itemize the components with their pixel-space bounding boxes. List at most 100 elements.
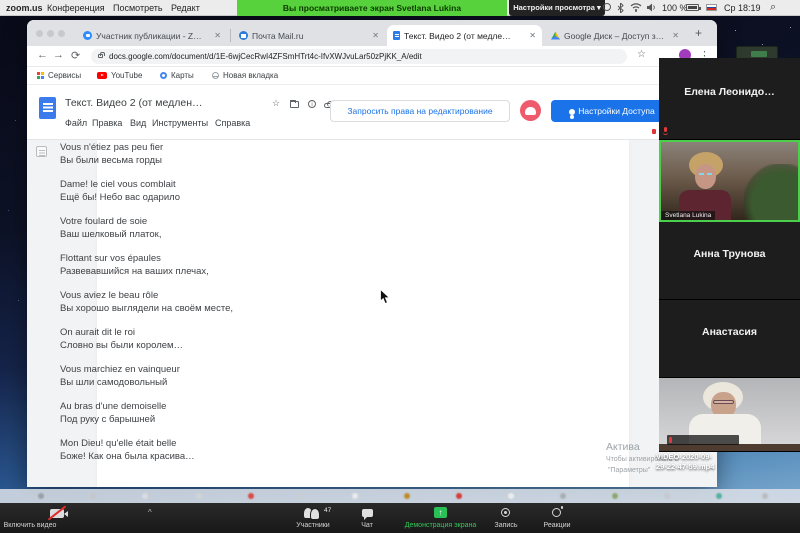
bookmarks-bar: Сервисы YouTube Карты Новая вкладка bbox=[27, 67, 717, 85]
tab-mail[interactable]: Почта Mail.ru ✕ bbox=[233, 25, 385, 46]
bookmark-maps[interactable]: Карты bbox=[160, 71, 194, 80]
chat-icon[interactable] bbox=[362, 509, 373, 517]
docs-menu-tools[interactable]: Инструменты bbox=[152, 118, 208, 128]
docs-favicon bbox=[393, 31, 400, 40]
window-minimize-button[interactable] bbox=[47, 30, 54, 37]
couplet: Dame! le ciel vous comblaitЕщё бы! Небо … bbox=[60, 179, 233, 204]
video-file-caption: VIDEO-2020-09- 29-22-47-59.mp4 bbox=[656, 452, 714, 472]
couplet: Vous aviez le beau rôleВы хорошо выгляде… bbox=[60, 290, 233, 315]
docs-menu-view[interactable]: Вид bbox=[130, 118, 146, 128]
menubar-menu-conference[interactable]: Конференция bbox=[47, 3, 105, 13]
menubar-clock[interactable]: Ср 18:19 bbox=[724, 3, 761, 13]
glasses-glint bbox=[699, 173, 704, 175]
couplet: Vous marchiez en vainqueurВы шли самодов… bbox=[60, 364, 233, 389]
document-outline-icon[interactable] bbox=[36, 146, 47, 157]
share-settings-button[interactable]: Настройки Доступа bbox=[551, 100, 673, 122]
keyboard-layout-flag-icon[interactable] bbox=[706, 4, 717, 11]
window-zoom-button[interactable] bbox=[58, 30, 65, 37]
tab-close-icon[interactable]: ✕ bbox=[529, 31, 536, 40]
move-folder-icon[interactable] bbox=[290, 101, 299, 108]
record-button[interactable]: Запись bbox=[485, 522, 527, 529]
participant-tile-anna[interactable]: Анна Трунова bbox=[659, 222, 800, 300]
tab-strip: Участник публикации - Z… ✕ Почта Mail.ru… bbox=[27, 20, 717, 46]
youtube-icon bbox=[97, 72, 107, 79]
screen-share-button[interactable]: Демонстрация экрана bbox=[392, 522, 489, 529]
video-options-chevron-icon[interactable]: ^ bbox=[148, 508, 152, 517]
docs-menu-file[interactable]: Файл bbox=[65, 118, 87, 128]
couplet: Vous n'étiez pas peu fierВы были весьма … bbox=[60, 142, 233, 167]
participants-icon[interactable] bbox=[304, 508, 322, 519]
notification-dot bbox=[652, 129, 656, 134]
bookmark-new-tab[interactable]: Новая вкладка bbox=[212, 71, 278, 80]
bookmark-youtube[interactable]: YouTube bbox=[97, 71, 142, 80]
tab-drive[interactable]: Google Диск – Доступ зап… ✕ bbox=[545, 25, 685, 46]
globe-icon bbox=[212, 72, 219, 79]
mail-favicon bbox=[239, 31, 248, 40]
volume-icon[interactable] bbox=[647, 3, 657, 12]
bookmark-star-icon[interactable]: ☆ bbox=[637, 49, 646, 60]
activation-watermark-line3: "Параметры" bbox=[608, 467, 650, 474]
bluetooth-icon[interactable] bbox=[617, 3, 624, 13]
couplet: On aurait dit le roiСловно вы были корол… bbox=[60, 327, 233, 352]
battery-percentage: 100 % bbox=[662, 3, 688, 13]
document-text[interactable]: Vous n'étiez pas peu fierВы были весьма … bbox=[60, 142, 233, 475]
mouse-cursor bbox=[380, 289, 391, 305]
drive-favicon bbox=[551, 32, 560, 40]
tab-close-icon[interactable]: ✕ bbox=[372, 31, 379, 40]
reload-button[interactable]: ⟳ bbox=[71, 49, 80, 62]
menubar-app-name[interactable]: zoom.us bbox=[6, 3, 43, 13]
screen-share-banner: Вы просматриваете экран Svetlana Lukina bbox=[237, 0, 507, 16]
menubar-menu-edit[interactable]: Редакт bbox=[171, 3, 200, 13]
macos-menubar: zoom.us Конференция Посмотреть Редакт Вы… bbox=[0, 0, 800, 16]
screen: zoom.us Конференция Посмотреть Редакт Вы… bbox=[0, 0, 800, 533]
participant-glasses bbox=[713, 400, 734, 404]
participant-name: Анна Трунова bbox=[659, 248, 800, 260]
record-icon[interactable] bbox=[501, 508, 510, 517]
lock-icon bbox=[98, 54, 103, 58]
request-edit-access-button[interactable]: Запросить права на редактирование bbox=[330, 100, 510, 122]
tab-close-icon[interactable]: ✕ bbox=[672, 31, 679, 40]
participant-name-label bbox=[667, 435, 739, 445]
reactions-icon[interactable] bbox=[552, 508, 561, 517]
document-title[interactable]: Текст. Видео 2 (от медлен… bbox=[65, 97, 203, 109]
menubar-menu-view[interactable]: Посмотреть bbox=[113, 3, 163, 13]
participant-tile-elena[interactable]: Елена Леонидо… bbox=[659, 58, 800, 140]
wifi-icon[interactable] bbox=[630, 3, 642, 12]
tab-zoom-participant[interactable]: Участник публикации - Z… ✕ bbox=[77, 25, 227, 46]
couplet: Votre foulard de soieВаш шелковый платок… bbox=[60, 216, 233, 241]
view-settings-dropdown[interactable]: Настройки просмотра ▾ bbox=[509, 0, 605, 16]
tab-docs-active[interactable]: Текст. Видео 2 (от медле… ✕ bbox=[387, 25, 542, 46]
spotlight-search-icon[interactable]: ⌕ bbox=[770, 1, 776, 14]
tab-close-icon[interactable]: ✕ bbox=[214, 31, 221, 40]
participants-button[interactable]: Участники bbox=[273, 522, 353, 529]
docs-menu-help[interactable]: Справка bbox=[215, 118, 250, 128]
browser-window: Участник публикации - Z… ✕ Почта Mail.ru… bbox=[27, 20, 717, 487]
docs-menu-edit[interactable]: Правка bbox=[92, 118, 122, 128]
participant-video-svetlana[interactable]: Svetlana Lukina bbox=[659, 140, 800, 222]
participant-video-bottom[interactable] bbox=[659, 378, 800, 452]
status-circle-icon[interactable] bbox=[603, 3, 611, 11]
docs-header: Текст. Видео 2 (от медлен… ☆ i Файл Прав… bbox=[27, 85, 717, 140]
battery-icon[interactable] bbox=[686, 4, 699, 11]
forward-button[interactable]: → bbox=[53, 49, 64, 61]
macos-dock[interactable] bbox=[0, 489, 800, 503]
account-avatar[interactable] bbox=[520, 100, 541, 121]
star-document-icon[interactable]: ☆ bbox=[272, 98, 280, 109]
back-button[interactable]: ← bbox=[37, 49, 48, 61]
participant-tile-anastasia[interactable]: Анастасия bbox=[659, 300, 800, 378]
couplet: Flottant sur vos épaulesРазвевавшийся на… bbox=[60, 253, 233, 278]
screen-share-icon[interactable]: ↑ bbox=[434, 507, 447, 518]
document-status-icon[interactable]: i bbox=[308, 100, 316, 108]
google-docs-icon[interactable] bbox=[39, 97, 56, 119]
muted-mic-icon bbox=[669, 437, 672, 443]
chat-button[interactable]: Чат bbox=[347, 522, 387, 529]
bookmark-services[interactable]: Сервисы bbox=[37, 71, 81, 80]
reactions-button[interactable]: Реакции bbox=[531, 522, 583, 529]
zoom-participants-panel: Елена Леонидо… Svetlana Lukina Анна Трун… bbox=[659, 58, 800, 452]
address-bar[interactable]: docs.google.com/document/d/1E-6wjCecRwI4… bbox=[91, 49, 627, 64]
start-video-button[interactable]: Включить видео bbox=[0, 522, 110, 529]
participant-face bbox=[695, 164, 716, 189]
window-close-button[interactable] bbox=[36, 30, 43, 37]
new-tab-button[interactable]: + bbox=[695, 26, 702, 40]
background-plant bbox=[744, 164, 800, 222]
